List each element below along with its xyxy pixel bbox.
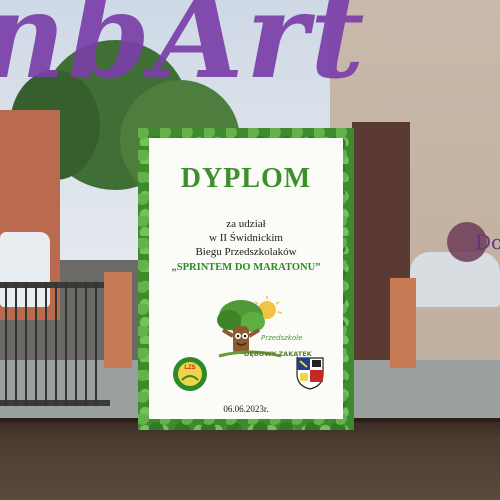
diploma-line: w II Świdnickim [209,232,283,244]
diploma-date: 06.06.2023r. [223,404,269,414]
window-sticker-text: nbArt [0,0,367,105]
window-frame [0,422,500,500]
swidnica-coat-of-arms-icon [296,357,324,390]
car-reflection [410,252,500,307]
lzs-crest-icon: LZS [173,357,207,391]
diploma-paper: DYPLOM za udział w II Świdnickim Biegu P… [149,138,343,419]
diploma-line: za udział [226,218,266,230]
kindergarten-brand: Przedszkole [261,334,303,342]
diploma-title: DYPLOM [180,163,312,194]
lzs-crest-letters: LZS [184,365,195,371]
brick-pillar-reflection [104,272,132,368]
brick-pillar-reflection [390,278,416,368]
event-name: „SPRINTEM DO MARATONU” [171,262,321,273]
diploma-line: Biegu Przedszkolaków [195,246,297,258]
logo-text: Do [475,230,500,254]
fence-reflection [0,282,110,406]
diploma-poster: DYPLOM za udział w II Świdnickim Biegu P… [138,128,354,430]
